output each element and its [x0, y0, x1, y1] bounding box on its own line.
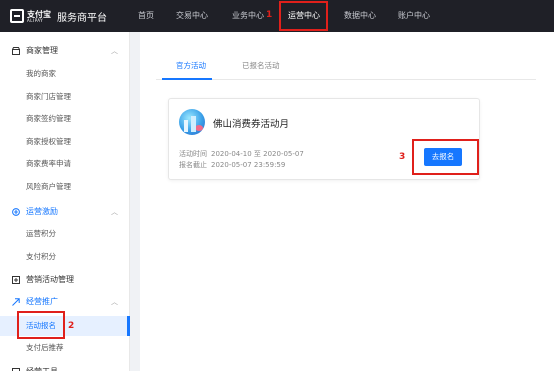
sidebar-group-label: 商家管理 — [26, 46, 58, 55]
sidebar-item-my-merchants[interactable]: 我的商家 — [0, 64, 130, 84]
sidebar-group-label: 经营推广 — [26, 297, 58, 306]
top-nav-trade-center[interactable]: 交易中心 — [170, 0, 214, 32]
top-bar: 支付宝 ALIPAY 服务商平台 首页 交易中心 业务中心 运营中心 数据中心 … — [0, 0, 554, 32]
brand-name-en: ALIPAY — [27, 17, 44, 23]
activity-time-value: 2020-04-10 至 2020-05-07 — [211, 150, 304, 158]
sidebar-item-store-management[interactable]: 商家门店管理 — [0, 87, 130, 107]
sidebar-group-label: 营销活动管理 — [26, 275, 74, 284]
sidebar-group-label: 运营激励 — [26, 207, 58, 216]
top-nav-business-center[interactable]: 业务中心 — [226, 0, 270, 32]
chevron-up-icon: ︿ — [111, 298, 118, 306]
sidebar-group-label: 经营工具 — [26, 362, 58, 371]
top-nav-data-center[interactable]: 数据中心 — [338, 0, 382, 32]
campaign-icon — [12, 276, 20, 284]
callout-box-operations-center — [279, 1, 328, 31]
callout-number-1: 1 — [266, 10, 273, 20]
sidebar-item-payment-points[interactable]: 支付积分 — [0, 247, 130, 267]
sidebar-item-operation-points[interactable]: 运营积分 — [0, 224, 130, 244]
sidebar-item-fee-rate-application[interactable]: 商家费率申请 — [0, 154, 130, 174]
sidebar-group-marketing-campaign-management[interactable]: 营销活动管理 — [0, 270, 130, 290]
promotion-icon — [12, 298, 20, 306]
chevron-up-icon: ︿ — [111, 47, 118, 55]
store-icon — [12, 47, 20, 55]
alipay-logo-icon — [10, 9, 24, 23]
activity-logo — [179, 109, 205, 135]
activity-time-label: 活动时间 — [179, 150, 207, 158]
sidebar-group-operations-incentive[interactable]: 运营激励 ︿ — [0, 202, 130, 222]
sidebar-group-business-promotion[interactable]: 经营推广 ︿ — [0, 292, 130, 312]
flower-icon — [195, 125, 203, 131]
sidebar-item-risk-merchant-management[interactable]: 风险商户管理 — [0, 177, 130, 197]
signup-deadline-label: 报名截止 — [179, 161, 207, 169]
callout-box-signup-button — [412, 139, 479, 175]
sidebar-item-post-payment-recommendation[interactable]: 支付后推荐 — [0, 338, 130, 358]
main-panel: 官方活动 已报名活动 佛山消费券活动月 活动时间 2020-04-10 至 202… — [140, 32, 554, 371]
sidebar-group-merchant-management[interactable]: 商家管理 ︿ — [0, 41, 130, 61]
callout-number-3: 3 — [399, 152, 406, 162]
activity-tabs: 官方活动 已报名活动 — [156, 56, 536, 80]
top-nav-account-center[interactable]: 账户中心 — [392, 0, 436, 32]
signup-deadline-row: 报名截止 2020-05-07 23:59:59 — [179, 160, 285, 170]
tab-official-activities[interactable]: 官方活动 — [176, 60, 206, 71]
callout-number-2: 2 — [68, 321, 75, 331]
incentive-icon — [12, 208, 20, 216]
sidebar-item-authorization-management[interactable]: 商家授权管理 — [0, 132, 130, 152]
tab-registered-activities[interactable]: 已报名活动 — [242, 60, 280, 71]
platform-title: 服务商平台 — [57, 12, 107, 24]
callout-box-activity-signup — [17, 311, 65, 339]
active-tab-indicator — [162, 78, 212, 80]
activity-time-row: 活动时间 2020-04-10 至 2020-05-07 — [179, 149, 304, 159]
signup-deadline-value: 2020-05-07 23:59:59 — [211, 161, 286, 169]
sidebar-item-contract-management[interactable]: 商家签约管理 — [0, 109, 130, 129]
chevron-up-icon: ︿ — [111, 208, 118, 216]
alipay-logo[interactable]: 支付宝 ALIPAY 服务商平台 — [10, 6, 107, 26]
top-nav-home[interactable]: 首页 — [128, 0, 164, 32]
activity-title: 佛山消费券活动月 — [213, 119, 290, 130]
sidebar-group-business-tools[interactable]: 经营工具 — [0, 362, 130, 371]
